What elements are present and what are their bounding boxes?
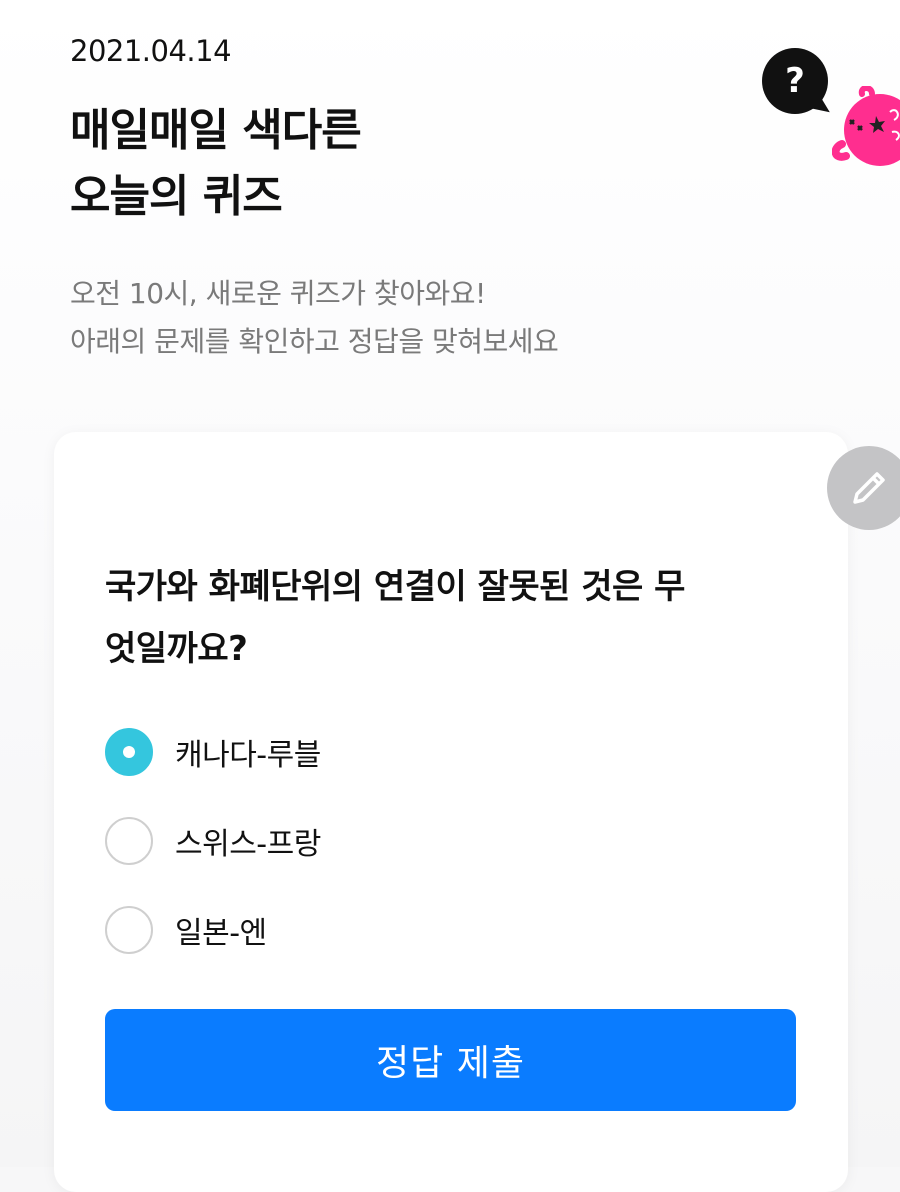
quiz-question: 국가와 화폐단위의 연결이 잘못된 것은 무 엇일까요?	[105, 556, 805, 680]
pencil-icon	[853, 472, 885, 504]
radio-dot-icon	[123, 746, 135, 758]
answer-option-label: 스위스-프랑	[175, 827, 321, 862]
page-title-line-2: 오늘의 퀴즈	[70, 171, 283, 222]
quiz-date: 2021.04.14	[70, 34, 232, 68]
answer-option-3[interactable]: 일본-엔	[105, 906, 267, 954]
answer-option-label: 캐나다-루블	[175, 738, 321, 773]
answer-option-label: 일본-엔	[175, 916, 267, 951]
pink-mascot-icon	[832, 86, 900, 166]
quiz-page: 2021.04.14 매일매일 색다른 오늘의 퀴즈 오전 10시, 새로운 퀴…	[0, 0, 900, 1192]
quiz-question-line-2: 엇일까요?	[105, 629, 248, 669]
page-title-line-1: 매일매일 색다른	[70, 105, 362, 156]
radio-button[interactable]	[105, 817, 153, 865]
page-title: 매일매일 색다른 오늘의 퀴즈	[70, 98, 362, 230]
answer-option-1[interactable]: 캐나다-루블	[105, 728, 321, 776]
help-button[interactable]: ?	[762, 48, 828, 114]
answer-option-2[interactable]: 스위스-프랑	[105, 817, 321, 865]
submit-answer-button[interactable]: 정답 제출	[105, 1009, 796, 1111]
radio-button[interactable]	[105, 906, 153, 954]
page-subtitle: 오전 10시, 새로운 퀴즈가 찾아와요! 아래의 문제를 확인하고 정답을 맞…	[70, 270, 559, 366]
page-subtitle-line-2: 아래의 문제를 확인하고 정답을 맞혀보세요	[70, 325, 559, 358]
radio-button-selected[interactable]	[105, 728, 153, 776]
page-subtitle-line-1: 오전 10시, 새로운 퀴즈가 찾아와요!	[70, 277, 486, 310]
quiz-question-line-1: 국가와 화폐단위의 연결이 잘못된 것은 무	[105, 567, 685, 607]
question-mark-icon: ?	[785, 61, 805, 101]
